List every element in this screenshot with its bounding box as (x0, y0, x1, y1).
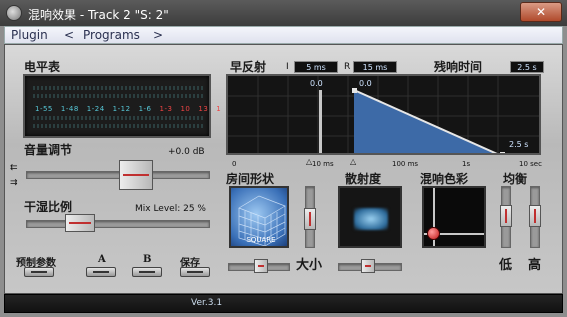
meter-scale-tick: 13 (198, 105, 209, 113)
meter-bar-right (33, 116, 203, 120)
mix-value: Mix Level: 25 % (135, 204, 206, 214)
meter-scale-tick: 1-12 (112, 105, 131, 113)
meter-bar-left-peak (33, 94, 203, 98)
room-size-thumb[interactable] (254, 259, 269, 273)
graph-tick-1s: 1s (462, 160, 471, 168)
window-title: 混响效果 - Track 2 "S: 2" (28, 8, 169, 22)
reverb-time-value[interactable]: 2.5 s (510, 61, 544, 73)
room-shape-name: SQUARE (246, 236, 276, 244)
room-vertical-thumb[interactable] (304, 208, 316, 230)
volume-value: +0.0 dB (168, 147, 205, 157)
meter-scale-tick: 1 (216, 105, 222, 113)
menu-plugin[interactable]: Plugin (11, 28, 48, 42)
high-eq-thumb[interactable] (529, 205, 541, 227)
reverb-color-pad[interactable] (422, 186, 486, 248)
menu-programs[interactable]: Programs (83, 28, 140, 42)
menu-bar: Plugin < Programs > (4, 26, 563, 44)
mix-slider[interactable] (26, 220, 210, 228)
early-triangle-icon[interactable]: △ (306, 157, 312, 166)
volume-slider-thumb[interactable] (119, 160, 153, 190)
meter-bar-left (33, 86, 203, 90)
reverb-graph-svg (228, 76, 539, 155)
diffusion-thumb[interactable] (360, 259, 375, 273)
graph-tick-10sec: 10 sec (519, 160, 542, 168)
preset-a-button[interactable] (86, 267, 116, 277)
preset-a-label: A (98, 254, 106, 265)
meter-scale-tick: 1-55 (35, 105, 53, 113)
reverb-start-handle[interactable] (352, 88, 357, 93)
diffusion-label: 散射度 (345, 172, 382, 186)
room-shape-display[interactable]: SQUARE (229, 186, 289, 248)
volume-label: 音量调节 (24, 143, 73, 157)
preset-b-label: B (143, 254, 152, 265)
meter-bar-right-peak (33, 124, 203, 128)
diffusion-display[interactable] (338, 186, 402, 248)
diffusion-blur-icon (354, 208, 388, 230)
reverb-color-label: 混响色彩 (420, 172, 469, 186)
graph-tick-0: 0 (232, 160, 237, 168)
decay-value: 2.5 s (509, 140, 529, 149)
reverb-marker-value: 0.0 (359, 79, 372, 88)
early-i-value[interactable]: 5 ms (294, 61, 338, 73)
volume-slider[interactable] (26, 171, 210, 179)
balance-label: 均衡 (503, 172, 528, 186)
meter-scale-tick: 1-48 (60, 105, 79, 113)
early-reflection-marker[interactable] (319, 90, 322, 155)
meter-scale-tick: 1-6 (138, 105, 152, 113)
mix-label: 干湿比例 (24, 200, 73, 214)
app-icon (6, 5, 22, 21)
close-button[interactable]: ✕ (520, 2, 562, 22)
reverb-end-handle[interactable] (500, 152, 505, 155)
arrow-right-icon: ⇉ (10, 178, 18, 188)
reverb-triangle-icon[interactable]: △ (350, 157, 356, 166)
title-bar[interactable]: 混响效果 - Track 2 "S: 2" ✕ (0, 0, 567, 26)
meter-scale: 1-55 1-48 1-24 1-12 1-6 1-3 10 13 1 (35, 105, 229, 113)
low-eq-thumb[interactable] (500, 205, 512, 227)
early-marker-value: 0.0 (310, 79, 323, 88)
meter-scale-tick: 1-3 (159, 105, 173, 113)
preset-b-button[interactable] (132, 267, 162, 277)
save-button[interactable] (180, 267, 210, 277)
arrow-left-icon: ⇇ (10, 163, 18, 173)
version-label: Ver.3.1 (191, 298, 223, 308)
meter-scale-tick: 1-24 (86, 105, 105, 113)
early-r-value[interactable]: 15 ms (353, 61, 397, 73)
color-pad-handle[interactable] (427, 227, 440, 240)
early-i-label: I (286, 62, 289, 72)
plugin-window: 混响效果 - Track 2 "S: 2" ✕ Plugin < Program… (0, 0, 567, 317)
status-bar: Ver.3.1 (4, 294, 563, 313)
meter-label: 电平表 (24, 60, 61, 74)
preset-button[interactable] (24, 267, 54, 277)
level-meter: 1-55 1-48 1-24 1-12 1-6 1-3 10 13 1 (23, 74, 221, 138)
meter-scale-tick: 10 (180, 105, 191, 113)
high-label: 高 (528, 258, 542, 273)
reverb-time-label: 残响时间 (434, 60, 483, 74)
graph-tick-100ms: 100 ms (392, 160, 419, 168)
early-reflection-label: 早反射 (230, 60, 267, 74)
menu-plugin-prev[interactable]: < (64, 28, 74, 42)
mix-slider-thumb[interactable] (64, 214, 95, 232)
size-label: 大小 (296, 258, 323, 273)
menu-programs-next[interactable]: > (153, 28, 163, 42)
reverb-graph[interactable]: 0.0 0.0 2.5 s (226, 74, 541, 155)
early-r-label: R (344, 62, 351, 72)
graph-tick-10ms: 10 ms (312, 160, 334, 168)
room-shape-label: 房间形状 (226, 172, 275, 186)
low-label: 低 (499, 258, 513, 273)
